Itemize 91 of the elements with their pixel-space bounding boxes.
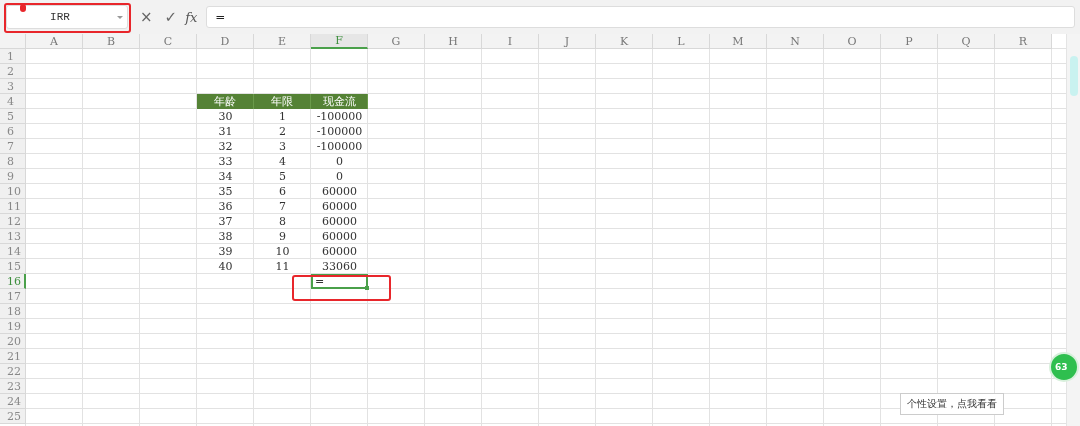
row-header[interactable]: 12 xyxy=(0,214,26,229)
header-cell: 年限 xyxy=(254,94,311,109)
row-header[interactable]: 18 xyxy=(0,304,26,319)
insert-function-button[interactable]: fx xyxy=(185,9,198,25)
table-cell: 36 xyxy=(218,200,233,213)
table-cell: 10 xyxy=(275,245,290,258)
table-cell: 39 xyxy=(218,245,233,258)
row-header[interactable]: 20 xyxy=(0,334,26,349)
scrollbar-thumb[interactable] xyxy=(1070,56,1078,96)
table-cell: 3 xyxy=(279,140,286,153)
row-header[interactable]: 17 xyxy=(0,289,26,304)
column-header[interactable]: K xyxy=(596,34,653,49)
column-header[interactable]: Q xyxy=(938,34,995,49)
header-cell: 年龄 xyxy=(197,94,254,109)
row-header[interactable]: 9 xyxy=(0,169,26,184)
row-header[interactable]: 1 xyxy=(0,49,26,64)
column-header[interactable]: R xyxy=(995,34,1052,49)
row-header[interactable]: 7 xyxy=(0,139,26,154)
row-header[interactable]: 24 xyxy=(0,394,26,409)
table-cell: 11 xyxy=(275,260,290,273)
vertical-scrollbar[interactable] xyxy=(1066,34,1080,426)
floating-badge[interactable]: 63 xyxy=(1049,352,1079,382)
row-header[interactable]: 3 xyxy=(0,79,26,94)
row-header[interactable]: 4 xyxy=(0,94,26,109)
tooltip: 个性设置，点我看看 xyxy=(900,393,1004,415)
table-cell: 9 xyxy=(279,230,286,243)
table-cell: 5 xyxy=(279,170,286,183)
table-cell: 1 xyxy=(279,110,286,123)
column-header[interactable]: L xyxy=(653,34,710,49)
table-cell: 0 xyxy=(336,155,343,168)
column-header[interactable]: A xyxy=(26,34,83,49)
table-cell: 60000 xyxy=(322,215,357,228)
column-header[interactable]: I xyxy=(482,34,539,49)
column-header[interactable]: B xyxy=(83,34,140,49)
column-header[interactable]: D xyxy=(197,34,254,49)
table-cell: 34 xyxy=(218,170,233,183)
row-header[interactable]: 14 xyxy=(0,244,26,259)
select-all-corner[interactable] xyxy=(0,34,26,49)
row-header[interactable]: 22 xyxy=(0,364,26,379)
confirm-button[interactable]: ✓ xyxy=(164,9,178,25)
table-cell: 4 xyxy=(279,155,286,168)
table-cell: 37 xyxy=(218,215,233,228)
column-header[interactable]: H xyxy=(425,34,482,49)
header-cell: 现金流 xyxy=(311,94,368,109)
row-header[interactable]: 6 xyxy=(0,124,26,139)
table-cell: 30 xyxy=(218,110,233,123)
table-cell: 6 xyxy=(279,185,286,198)
row-header[interactable]: 21 xyxy=(0,349,26,364)
row-header[interactable]: 16 xyxy=(0,274,26,289)
table-cell: 33 xyxy=(218,155,233,168)
table-cell: 60000 xyxy=(322,230,357,243)
active-cell[interactable]: = xyxy=(311,274,368,289)
row-header[interactable]: 11 xyxy=(0,199,26,214)
row-header[interactable]: 10 xyxy=(0,184,26,199)
table-cell: -100000 xyxy=(316,140,363,153)
table-cell: 32 xyxy=(218,140,233,153)
table-cell: 40 xyxy=(218,260,233,273)
name-box[interactable]: IRR xyxy=(6,5,128,29)
table-cell: 2 xyxy=(279,125,286,138)
table-cell: -100000 xyxy=(316,125,363,138)
table-cell: 0 xyxy=(336,170,343,183)
table-cell: 60000 xyxy=(322,200,357,213)
row-header[interactable]: 5 xyxy=(0,109,26,124)
row-header[interactable]: 2 xyxy=(0,64,26,79)
column-header[interactable]: E xyxy=(254,34,311,49)
formula-input[interactable]: = xyxy=(206,6,1075,28)
table-cell: 60000 xyxy=(322,185,357,198)
table-cell: 7 xyxy=(279,200,286,213)
row-header[interactable]: 25 xyxy=(0,409,26,424)
column-header[interactable]: F xyxy=(311,34,368,49)
cancel-button[interactable]: × xyxy=(140,9,153,25)
table-cell: -100000 xyxy=(316,110,363,123)
table-cell: 60000 xyxy=(322,245,357,258)
column-header[interactable]: G xyxy=(368,34,425,49)
table-cell: 35 xyxy=(218,185,233,198)
column-header[interactable]: P xyxy=(881,34,938,49)
table-cell: 8 xyxy=(279,215,286,228)
row-header[interactable]: 15 xyxy=(0,259,26,274)
column-header[interactable]: J xyxy=(539,34,596,49)
row-header[interactable]: 19 xyxy=(0,319,26,334)
column-header[interactable]: N xyxy=(767,34,824,49)
table-cell: 33060 xyxy=(322,260,357,273)
table-cell: 31 xyxy=(218,125,233,138)
dropdown-caret-icon[interactable] xyxy=(117,16,123,19)
row-header[interactable]: 23 xyxy=(0,379,26,394)
column-header[interactable]: C xyxy=(140,34,197,49)
table-cell: 38 xyxy=(218,230,233,243)
column-header[interactable]: M xyxy=(710,34,767,49)
row-header[interactable]: 13 xyxy=(0,229,26,244)
row-header[interactable]: 8 xyxy=(0,154,26,169)
column-header[interactable]: O xyxy=(824,34,881,49)
